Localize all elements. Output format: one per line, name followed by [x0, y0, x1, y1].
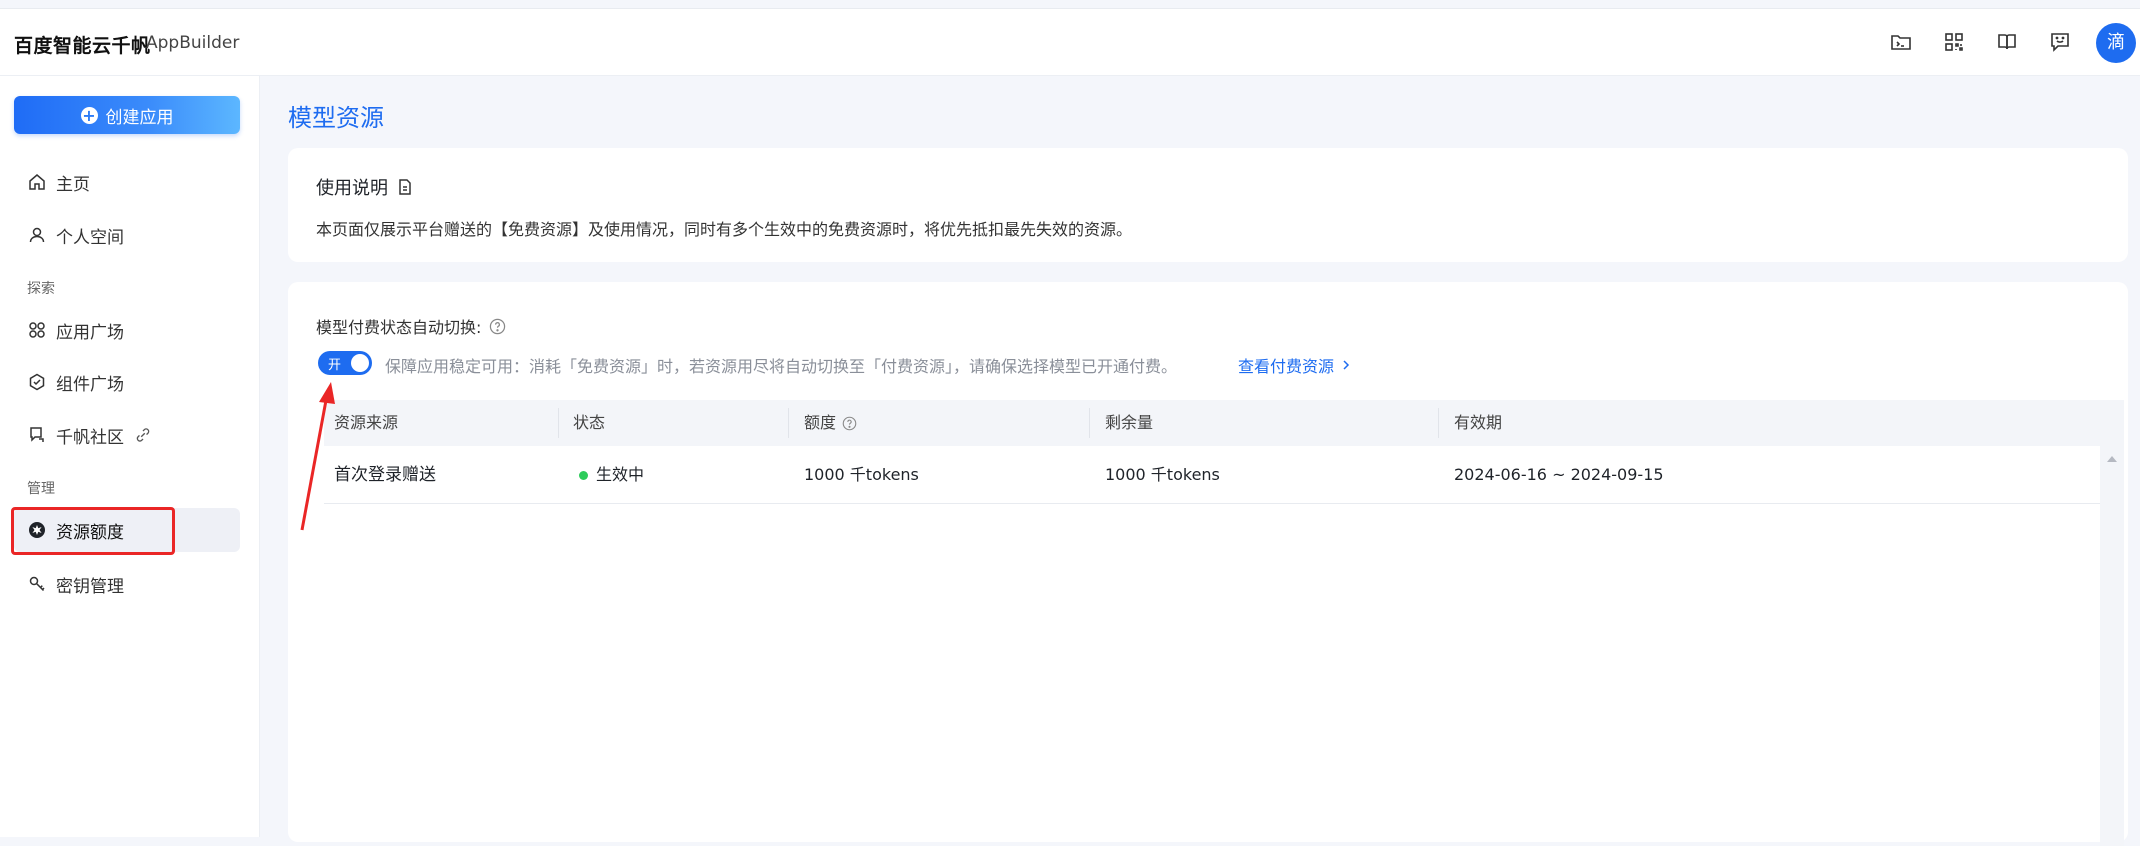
main-content: 模型资源 使用说明 本页面仅展示平台赠送的【免费资源】及使用情况，同时有多个生效…	[260, 76, 2140, 846]
column-header-quota-text: 额度	[804, 413, 837, 432]
column-header-status: 状态	[573, 413, 606, 432]
view-paid-resources-link[interactable]: 查看付费资源	[1238, 353, 1352, 377]
plus-icon: +	[80, 105, 98, 125]
feedback-icon[interactable]	[2049, 31, 2071, 53]
top-bar: 百度智能云千帆 AppBuilder 滴	[0, 8, 2140, 76]
sidebar-item-label: 密钥管理	[56, 576, 124, 597]
brand-logo[interactable]: 百度智能云千帆	[14, 31, 151, 58]
help-icon[interactable]	[842, 416, 857, 431]
resource-card: 模型付费状态自动切换: 开 保障应用稳定可用：消耗「免费资源」时，若资源用尽将自…	[288, 282, 2128, 846]
sidebar-item-personal-space[interactable]: 个人空间	[14, 213, 240, 257]
qrcode-icon[interactable]	[1943, 31, 1965, 53]
chevron-right-icon	[1343, 360, 1350, 370]
user-icon	[29, 227, 45, 243]
key-icon	[29, 576, 45, 592]
sidebar: + 创建应用 主页 个人空间 探索 应用广场 组件广场 千帆社区 管理 资源额度…	[0, 76, 260, 837]
status-dot	[579, 470, 588, 480]
sidebar-section-explore: 探索	[27, 281, 55, 297]
create-app-button[interactable]: + 创建应用	[14, 96, 240, 134]
table-row[interactable]: 首次登录赠送 生效中 1000 千tokens 1000 千tokens 202…	[324, 446, 2100, 504]
table-header: 资源来源 状态 额度 剩余量 有效期	[324, 400, 2124, 446]
column-header-remaining: 剩余量	[1105, 413, 1154, 432]
cell-remaining: 1000 千tokens	[1105, 465, 1220, 484]
create-app-label: 创建应用	[105, 107, 174, 128]
cell-validity: 2024-06-16 ~ 2024-09-15	[1454, 465, 1664, 484]
auto-switch-label-text: 模型付费状态自动切换:	[316, 318, 482, 337]
auto-switch-label: 模型付费状态自动切换:	[316, 314, 506, 338]
help-icon[interactable]	[489, 318, 506, 335]
brand-product-name: AppBuilder	[146, 33, 240, 53]
column-header-quota: 额度	[804, 400, 857, 446]
toggle-knob	[351, 354, 369, 372]
column-header-validity: 有效期	[1454, 413, 1503, 432]
sidebar-item-component-square[interactable]: 组件广场	[14, 360, 240, 404]
sidebar-item-label: 个人空间	[56, 227, 124, 248]
page-title: 模型资源	[288, 104, 384, 132]
app-grid-icon	[29, 322, 45, 338]
link-text: 查看付费资源	[1238, 357, 1335, 376]
auto-switch-toggle[interactable]: 开	[318, 351, 372, 375]
cell-quota: 1000 千tokens	[804, 465, 919, 484]
sidebar-item-home[interactable]: 主页	[14, 160, 240, 204]
usage-title-text: 使用说明	[316, 178, 388, 199]
scroll-up-icon[interactable]	[2107, 456, 2117, 462]
column-header-source: 资源来源	[334, 413, 399, 432]
avatar[interactable]: 滴	[2096, 23, 2136, 63]
community-icon	[30, 427, 44, 442]
component-icon	[29, 373, 45, 391]
terminal-folder-icon[interactable]	[1890, 31, 1912, 53]
table-scrollbar[interactable]	[2100, 446, 2124, 846]
home-icon	[29, 174, 45, 190]
sidebar-item-app-square[interactable]: 应用广场	[14, 308, 240, 352]
column-divider	[558, 408, 559, 438]
sidebar-section-manage: 管理	[27, 481, 55, 497]
sidebar-item-label: 应用广场	[56, 322, 124, 343]
column-divider	[1438, 408, 1439, 438]
usage-title: 使用说明	[316, 174, 414, 200]
usage-card: 使用说明 本页面仅展示平台赠送的【免费资源】及使用情况，同时有多个生效中的免费资…	[288, 148, 2128, 262]
sidebar-item-community[interactable]: 千帆社区	[14, 413, 240, 457]
auto-switch-description: 保障应用稳定可用：消耗「免费资源」时，若资源用尽将自动切换至「付费资源」，请确保…	[385, 357, 1178, 376]
sidebar-item-key-management[interactable]: 密钥管理	[14, 562, 240, 606]
column-divider	[1089, 408, 1090, 438]
cell-status: 生效中	[579, 446, 644, 504]
book-icon[interactable]	[1996, 31, 2018, 53]
sidebar-item-label: 千帆社区	[56, 427, 124, 448]
status-text: 生效中	[596, 465, 645, 484]
column-divider	[788, 408, 789, 438]
document-icon[interactable]	[396, 178, 414, 196]
annotation-highlight-box	[11, 507, 175, 555]
external-link-icon	[136, 428, 150, 442]
sidebar-item-label: 主页	[56, 174, 90, 195]
cell-source: 首次登录赠送	[334, 465, 436, 485]
sidebar-item-label: 组件广场	[56, 374, 124, 395]
toggle-state-text: 开	[328, 358, 342, 373]
usage-description: 本页面仅展示平台赠送的【免费资源】及使用情况，同时有多个生效中的免费资源时，将优…	[316, 220, 1133, 239]
